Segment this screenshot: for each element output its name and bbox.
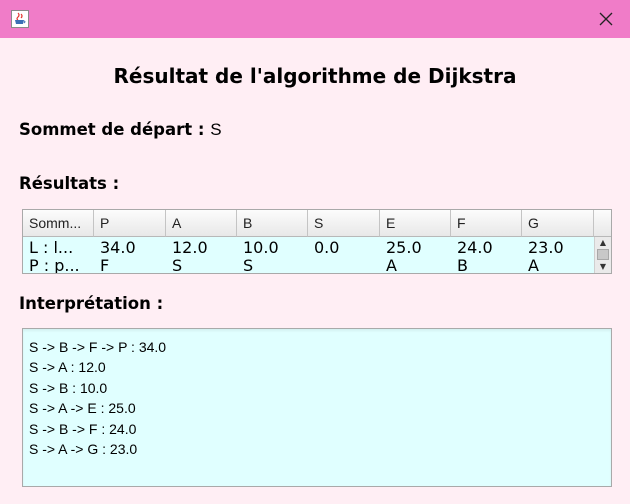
table-cell[interactable]: S: [237, 255, 308, 273]
table-cell[interactable]: P : p...: [23, 255, 94, 273]
scroll-down-arrow-icon[interactable]: ▼: [595, 261, 611, 272]
table-cell[interactable]: A: [380, 255, 451, 273]
interpretation-line: S -> B -> F -> P : 34.0: [29, 339, 167, 355]
table-cell[interactable]: [308, 255, 380, 273]
column-header[interactable]: B: [237, 210, 308, 237]
table-cell[interactable]: F: [94, 255, 166, 273]
table-cell[interactable]: B: [451, 255, 522, 273]
interpretation-line: S -> B -> F : 24.0: [29, 420, 137, 437]
table-cell[interactable]: 24.0: [451, 237, 522, 255]
column-header[interactable]: F: [451, 210, 522, 237]
source-vertex-row: Sommet de départ : S: [19, 120, 222, 140]
table-cell[interactable]: A: [522, 255, 594, 273]
column-header[interactable]: A: [166, 210, 237, 237]
results-label: Résultats :: [19, 174, 120, 193]
column-header[interactable]: Somm...: [23, 210, 94, 237]
table-row[interactable]: L : l... 34.0 12.0 10.0 0.0 25.0 24.0 23…: [23, 237, 594, 255]
interpretation-text-area[interactable]: S -> B -> F -> P : 34.0 S -> A : 12.0 S …: [22, 328, 612, 487]
column-header[interactable]: G: [522, 210, 594, 237]
title-bar: [0, 0, 630, 38]
table-header: Somm... P A B S E F G: [23, 210, 594, 237]
source-vertex-value: S: [210, 120, 222, 139]
results-table: Somm... P A B S E F G L : l... 34.0 12.0…: [22, 209, 612, 274]
interpretation-line: S -> B : 10.0: [29, 379, 108, 396]
interpretation-label: Interprétation :: [19, 294, 164, 313]
table-cell[interactable]: 10.0: [237, 237, 308, 255]
table-cell[interactable]: 34.0: [94, 237, 166, 255]
source-vertex-label: Sommet de départ :: [19, 120, 205, 139]
close-button[interactable]: [592, 6, 620, 32]
scroll-up-arrow-icon[interactable]: ▲: [595, 237, 611, 248]
table-cell[interactable]: S: [166, 255, 237, 273]
dialog-heading: Résultat de l'algorithme de Dijkstra: [113, 64, 517, 88]
column-header[interactable]: P: [94, 210, 166, 237]
table-row[interactable]: P : p... F S S A B A: [23, 255, 594, 273]
table-body: L : l... 34.0 12.0 10.0 0.0 25.0 24.0 23…: [23, 237, 594, 273]
table-vertical-scrollbar[interactable]: ▲ ▼: [594, 237, 611, 273]
table-cell[interactable]: 12.0: [166, 237, 237, 255]
interpretation-line: S -> A -> E : 25.0: [29, 400, 136, 417]
interpretation-line: S -> A : 12.0: [29, 359, 106, 376]
close-icon: [599, 12, 613, 26]
table-cell[interactable]: L : l...: [23, 237, 94, 255]
table-corner: [594, 210, 611, 237]
column-header[interactable]: S: [308, 210, 380, 237]
table-cell[interactable]: 23.0: [522, 237, 594, 255]
table-cell[interactable]: 25.0: [380, 237, 451, 255]
scroll-thumb[interactable]: [597, 249, 609, 260]
java-cup-icon: [11, 10, 29, 28]
table-cell[interactable]: 0.0: [308, 237, 380, 255]
column-header[interactable]: E: [380, 210, 451, 237]
interpretation-line: S -> A -> G : 23.0: [29, 441, 138, 458]
